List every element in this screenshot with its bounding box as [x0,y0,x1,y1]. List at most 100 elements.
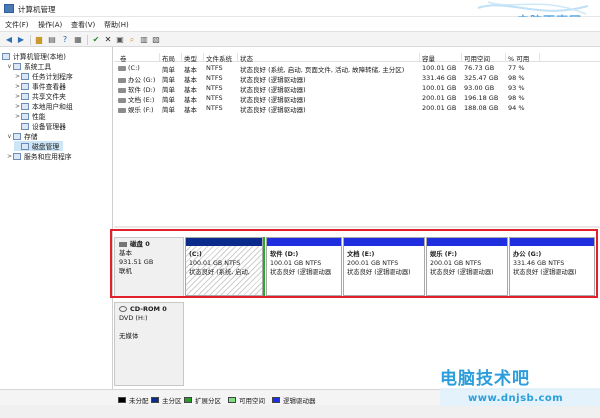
volume-capacity: 100.01 GB [422,64,457,72]
list-icon[interactable]: ▤ [47,35,57,44]
pane-splitter[interactable] [114,226,600,228]
cdrom-0-label[interactable]: CD-ROM 0 DVD (H:) 无媒体 [114,302,184,386]
expand-icon[interactable]: > [14,73,21,80]
device-manager-icon [21,122,29,130]
computer-icon [2,52,10,60]
tree-item-storage[interactable]: ∨ 存储 [6,131,38,141]
cdrom-icon [119,306,127,312]
menu-help[interactable]: 帮助(H) [104,20,129,30]
expand-icon[interactable]: > [6,153,13,160]
delete-icon[interactable]: ✕ [103,35,113,44]
table-row[interactable]: 娱乐 (F:) 简单 基本 NTFS 状态良好 (逻辑驱动器) 200.01 G… [114,103,600,114]
tree-item-local-users-groups[interactable]: > 本地用户和组 [14,101,73,111]
tree-item-shared-folders[interactable]: > 共享文件夹 [14,91,66,101]
highlight-box [110,229,598,298]
cdrom-name: CD-ROM 0 [130,305,167,313]
legend-swatch [228,397,236,403]
volume-capacity: 200.01 GB [422,104,457,112]
legend-swatch [184,397,192,403]
volume-list-header: 卷 布局 类型 文件系统 状态 容量 可用空间 % 可用 [114,52,600,63]
computer-management-icon [4,4,14,13]
back-icon[interactable]: ◀ [4,35,14,44]
volume-status: 状态良好 (逻辑驱动器) [240,106,306,114]
expand-icon[interactable]: > [14,93,21,100]
properties-icon[interactable]: ▣ [115,35,125,44]
column-status[interactable]: 状态 [238,53,420,63]
menu-file[interactable]: 文件(F) [5,20,29,30]
watermark-bottom-text: 电脑技术吧 [440,369,530,389]
storage-icon [13,132,21,140]
column-filesystem[interactable]: 文件系统 [204,53,238,63]
expand-icon[interactable]: > [14,113,21,120]
volume-percent-free: 77 % [508,64,525,72]
tree-item-computer-management-local[interactable]: 计算机管理(本地) [2,51,66,61]
export-icon[interactable]: ▥ [139,35,149,44]
tree-item-services-applications[interactable]: > 服务和应用程序 [6,151,72,161]
volume-percent-free: 98 % [508,94,525,102]
legend-swatch [151,397,159,403]
services-icon [13,152,21,160]
table-row[interactable]: 文档 (E:) 简单 基本 NTFS 状态良好 (逻辑驱动器) 200.01 G… [114,93,600,104]
legend-swatch [272,397,280,403]
volume-free: 188.08 GB [464,104,499,112]
column-type[interactable]: 类型 [182,53,204,63]
watermark-bottom-url: www.dnjsb.com [468,393,564,404]
volume-type: 基本 [184,106,197,114]
drive-icon [118,77,126,83]
check-icon[interactable]: ✔ [91,35,101,44]
collapse-icon[interactable]: ∨ [6,63,13,70]
volume-percent-free: 94 % [508,104,525,112]
toolbar: ◀ ▶ ▆ ▤ ? ▦ ✔ ✕ ▣ ⌕ ▥ ▧ [0,31,600,47]
volume-filesystem: NTFS [206,64,223,72]
cdrom-drive: DVD (H:) [119,314,148,322]
volume-name: (C:) [128,64,140,72]
table-row[interactable]: (C:) 简单 基本 NTFS 状态良好 (系统, 启动, 页面文件, 活动, … [114,63,600,74]
volume-free: 76.73 GB [464,64,495,72]
drive-icon [118,65,126,71]
disk-icon [21,142,29,150]
event-icon [21,82,29,90]
volume-name: 娱乐 (F:) [128,106,154,114]
tree-item-task-scheduler[interactable]: > 任务计划程序 [14,71,73,81]
menu-view[interactable]: 查看(V) [71,20,95,30]
column-volume[interactable]: 卷 [118,53,160,63]
tools-icon [13,62,21,70]
help-icon[interactable]: ? [60,35,70,44]
users-icon [21,102,29,110]
volume-filesystem: NTFS [206,84,223,92]
legend-primary: 主分区 [151,395,182,405]
forward-icon[interactable]: ▶ [16,35,26,44]
refresh-icon[interactable]: ▧ [151,35,161,44]
drive-icon [118,87,126,93]
volume-capacity: 331.46 GB [422,74,457,82]
expand-icon[interactable]: > [14,83,21,90]
volume-free: 325.47 GB [464,74,499,82]
legend-extended: 扩展分区 [184,395,221,405]
tree-item-event-viewer[interactable]: > 事件查看器 [14,81,66,91]
expand-icon[interactable]: > [14,103,21,110]
legend-free-space: 可用空间 [228,395,265,405]
cdrom-state: 无媒体 [119,332,139,340]
column-capacity[interactable]: 容量 [420,53,462,63]
column-layout[interactable]: 布局 [160,53,182,63]
tree-item-disk-management[interactable]: 磁盘管理 [14,141,64,151]
volume-filesystem: NTFS [206,74,223,82]
volume-filesystem: NTFS [206,104,223,112]
tree-item-system-tools[interactable]: ∨ 系统工具 [6,61,51,71]
volume-layout: 简单 [162,106,175,114]
column-free-space[interactable]: 可用空间 [462,53,506,63]
volume-percent-free: 98 % [508,74,525,82]
folder-icon[interactable]: ▆ [34,35,44,44]
table-row[interactable]: 软件 (D:) 简单 基本 NTFS 状态良好 (逻辑驱动器) 100.01 G… [114,83,600,94]
search-icon[interactable]: ⌕ [127,35,137,44]
table-row[interactable]: 办公 (G:) 简单 基本 NTFS 状态良好 (逻辑驱动器) 331.46 G… [114,73,600,84]
drive-icon [118,107,126,113]
view-icon[interactable]: ▦ [73,35,83,44]
tree-item-device-manager[interactable]: 设备管理器 [14,121,66,131]
menu-action[interactable]: 操作(A) [38,20,62,30]
collapse-icon[interactable]: ∨ [6,133,13,140]
volume-free: 93.00 GB [464,84,495,92]
clock-icon [21,72,29,80]
tree-item-performance[interactable]: > 性能 [14,111,46,121]
column-percent-free[interactable]: % 可用 [506,53,540,63]
